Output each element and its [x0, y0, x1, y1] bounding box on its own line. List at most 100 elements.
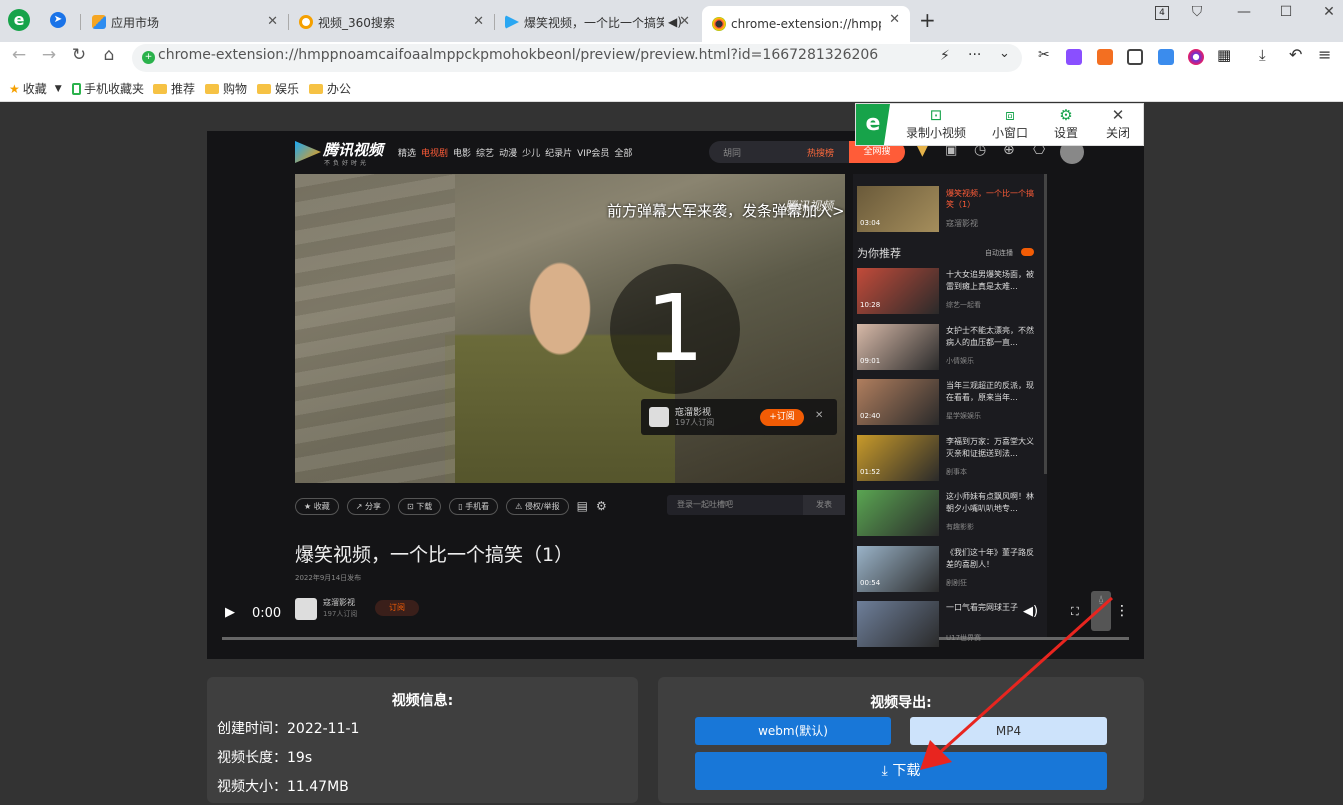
menu-icon[interactable]: ≡	[1318, 45, 1331, 64]
tab-app-market[interactable]: 应用市场 ✕	[82, 8, 288, 36]
mini-window-button[interactable]: ⧈ 小窗口	[980, 107, 1040, 141]
tencent-video-logo-icon	[295, 141, 321, 163]
home-button[interactable]: ⌂	[98, 45, 120, 65]
phone-icon	[72, 82, 81, 95]
nav-item[interactable]: 动漫	[499, 146, 517, 159]
close-icon: ✕	[1111, 106, 1125, 124]
follow-button[interactable]: +订阅	[760, 409, 804, 426]
tab-count-badge[interactable]: 4	[1155, 6, 1169, 20]
nav-item[interactable]: 精选	[398, 146, 416, 159]
nav-item[interactable]: 电影	[453, 146, 471, 159]
gear-icon: ⚙	[1059, 106, 1073, 124]
site-nav: 精选 电视剧 电影 综艺 动漫 少儿 纪录片 VIP会员 全部	[398, 146, 632, 159]
close-recorder-button[interactable]: ✕ 关闭	[1088, 107, 1148, 141]
secure-icon[interactable]: +	[142, 51, 155, 64]
danmaku-toggle-icon[interactable]: ▤	[577, 499, 588, 513]
nav-item[interactable]: 电视剧	[421, 146, 448, 159]
url-text[interactable]: chrome-extension://hmppnoamcaifoaalmppck…	[158, 47, 878, 63]
channel-subs: 197人订阅	[323, 610, 358, 618]
nav-item[interactable]: 全部	[614, 146, 632, 159]
settings-button[interactable]: ⚙ 设置	[1036, 107, 1096, 141]
search-360-icon	[299, 15, 313, 29]
bookmark-favorites[interactable]: ★ 收藏 ▼	[9, 80, 62, 97]
close-icon[interactable]: ✕	[815, 410, 823, 421]
duration: 01:52	[860, 467, 881, 476]
folder-icon	[257, 83, 271, 94]
translate-ext-icon[interactable]	[1066, 49, 1082, 65]
close-icon[interactable]: ✕	[679, 14, 690, 29]
download-icon: ⤓	[881, 763, 888, 779]
nav-item[interactable]: 纪录片	[545, 146, 572, 159]
video-title: 爆笑视频，一个比一个搞笑（1）	[295, 544, 574, 566]
close-icon[interactable]: ✕	[889, 12, 900, 27]
nav-item[interactable]: 综艺	[476, 146, 494, 159]
uploader-subs: 197人订阅	[675, 418, 715, 427]
danmaku-settings-icon[interactable]: ⚙	[596, 499, 607, 513]
more-icon[interactable]: ···	[968, 47, 981, 63]
folder-icon	[205, 83, 219, 94]
chevron-down-icon: ▼	[54, 83, 62, 94]
shirt-icon[interactable]: ⛉	[1182, 4, 1212, 20]
undo-icon[interactable]: ↶	[1289, 45, 1302, 64]
send-comment-button[interactable]: 发表	[803, 495, 845, 515]
item-title: 十大女追男爆笑场面，被雷到瘫上真是太难...	[946, 270, 1034, 291]
forward-button[interactable]: →	[38, 45, 60, 65]
report-button[interactable]: ⚠ 侵权/举报	[506, 497, 569, 515]
record-clip-button[interactable]: ⊡ 录制小视频	[905, 107, 967, 141]
video-player[interactable]: 腾讯视频 不负好时光 精选 电视剧 电影 综艺 动漫 少儿 纪录片 VIP会员 …	[207, 131, 1144, 659]
folder-icon	[153, 83, 167, 94]
nav-item[interactable]: 少儿	[522, 146, 540, 159]
video-watermark: 腾讯视频	[785, 199, 834, 213]
share-button[interactable]: ↗ 分享	[346, 497, 390, 515]
screen-ext-icon[interactable]	[1127, 49, 1143, 65]
phone-watch-button[interactable]: ▯ 手机看	[449, 497, 499, 515]
tab-label: 爆笑视频，一个比一个搞笑	[524, 15, 664, 30]
play-button[interactable]: ▶	[225, 605, 235, 620]
info-panel-title: 视频信息:	[391, 693, 454, 709]
channel-avatar	[295, 598, 317, 620]
scissors-icon[interactable]: ✂	[1038, 47, 1050, 63]
subscribe-button[interactable]: 订阅	[375, 600, 419, 616]
maximize-button[interactable]: ☐	[1271, 4, 1301, 20]
minimize-button[interactable]: —	[1229, 4, 1259, 20]
apps-grid-icon[interactable]: ▦	[1217, 46, 1231, 64]
item-author: 寇溜影视	[946, 219, 978, 228]
bookmark-recommend[interactable]: 推荐	[153, 80, 195, 97]
fox-ext-icon[interactable]	[1097, 49, 1113, 65]
length-value: 19s	[287, 750, 313, 766]
nav-item[interactable]: VIP会员	[577, 146, 609, 159]
bookmark-office[interactable]: 办公	[309, 80, 351, 97]
autoplay-toggle[interactable]	[1021, 248, 1034, 256]
tab-funny-video[interactable]: 爆笑视频，一个比一个搞笑 ◀) ✕	[495, 8, 700, 36]
bookmark-shopping[interactable]: 购物	[205, 80, 247, 97]
tab-extension-preview[interactable]: chrome-extension://hmppn ✕	[702, 6, 910, 42]
nav-arrow-icon[interactable]: ➤	[50, 12, 66, 28]
channel-name: 寇溜影视	[323, 598, 355, 607]
bookmark-mobile[interactable]: 手机收藏夹	[72, 80, 144, 97]
browser-logo-icon[interactable]: e	[8, 9, 30, 31]
hot-search-link[interactable]: 热搜榜	[807, 146, 834, 159]
created-row: 创建时间：2022-11-1	[217, 721, 360, 737]
lightning-icon[interactable]: ⚡	[940, 48, 950, 64]
bookmark-entertainment[interactable]: 娱乐	[257, 80, 299, 97]
webm-format-button[interactable]: webm(默认)	[695, 717, 891, 745]
tab-label: 应用市场	[111, 15, 160, 30]
close-icon[interactable]: ✕	[473, 14, 484, 29]
calendar-ext-icon[interactable]	[1158, 49, 1174, 65]
chevron-down-icon[interactable]: ⌄	[999, 46, 1010, 61]
favorite-button[interactable]: ★ 收藏	[295, 497, 339, 515]
reload-button[interactable]: ↻	[68, 45, 90, 65]
sidebar-scrollbar[interactable]	[1044, 174, 1047, 474]
new-tab-button[interactable]: +	[919, 8, 936, 32]
close-icon[interactable]: ✕	[267, 14, 278, 29]
item-title: 当年三观超正的反派，现在看看，原来当年...	[946, 381, 1034, 402]
tab-360-search[interactable]: 视频_360搜索 ✕	[289, 8, 494, 36]
camera-icon: ⊡	[929, 106, 943, 124]
record-ext-icon[interactable]	[1188, 49, 1204, 65]
window-close-button[interactable]: ✕	[1314, 4, 1343, 20]
back-button[interactable]: ←	[8, 45, 30, 65]
duration: 10:28	[860, 301, 881, 309]
download-video-button[interactable]: ⊡ 下载	[397, 497, 442, 515]
download-icon[interactable]: ⤓	[1259, 46, 1266, 64]
comment-placeholder: 登录一起吐槽吧	[677, 500, 733, 509]
